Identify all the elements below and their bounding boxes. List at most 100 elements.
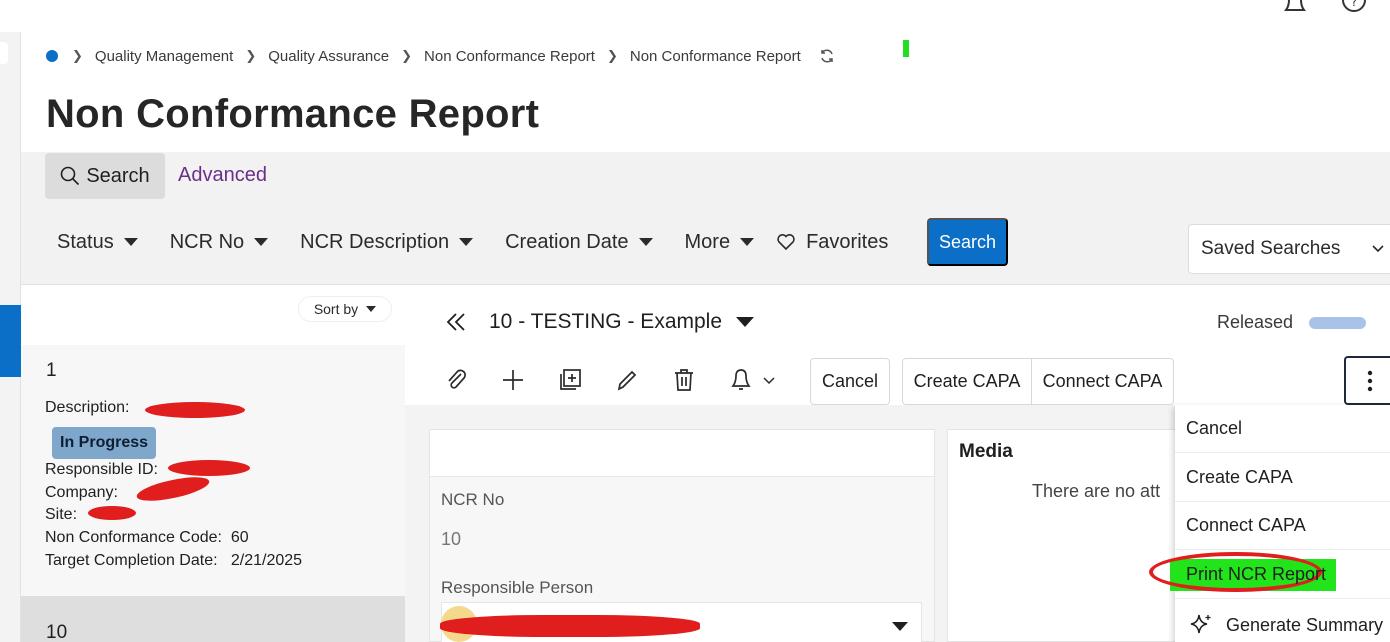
bell-icon	[731, 369, 751, 390]
chevron-down-icon	[763, 377, 775, 385]
caret-down-icon	[254, 238, 269, 246]
refresh-icon[interactable]	[819, 48, 835, 64]
chevron-right-icon: ❯	[606, 48, 618, 63]
media-empty-text: There are no att	[1032, 481, 1161, 501]
description-label: Description:	[45, 399, 130, 416]
menu-item-print-ncr-report[interactable]: Print NCR Report	[1186, 564, 1326, 585]
create-capa-button[interactable]: Create CAPA	[902, 358, 1032, 405]
trash-icon[interactable]	[672, 367, 696, 393]
notification-dropdown[interactable]	[729, 367, 779, 393]
chevron-right-icon: ❯	[245, 48, 257, 63]
menu-item-cancel[interactable]: Cancel	[1175, 405, 1390, 453]
redaction-mark	[145, 402, 245, 418]
record-state: Released	[1217, 312, 1294, 332]
filter-bar: Status NCR No NCR Description Creation D…	[57, 228, 924, 256]
general-card-header	[430, 430, 934, 477]
list-item-number: 10	[46, 622, 68, 642]
connect-capa-button[interactable]: Connect CAPA	[1031, 358, 1174, 405]
chevron-right-icon: ❯	[401, 48, 413, 63]
caret-down-icon	[740, 238, 755, 246]
record-selector[interactable]: 10 - TESTING - Example	[445, 306, 755, 338]
redaction-mark	[88, 506, 136, 520]
caret-down-icon[interactable]	[736, 317, 755, 327]
tab-advanced[interactable]: Advanced	[178, 164, 267, 187]
caret-down-icon[interactable]	[892, 622, 908, 631]
breadcrumb-item-quality-assurance[interactable]: Quality Assurance	[268, 48, 389, 65]
search-button[interactable]: Search	[927, 218, 1008, 266]
responsible-person-label: Responsible Person	[441, 578, 594, 597]
chevron-down-icon	[1372, 245, 1384, 253]
sort-by-label: Sort by	[313, 301, 359, 317]
favorites-button[interactable]: Favorites	[776, 231, 888, 254]
tab-search-label: Search	[86, 164, 150, 187]
caret-down-icon	[459, 238, 474, 246]
generate-summary-label: Generate Summary	[1226, 614, 1384, 635]
record-title: 10 - TESTING - Example	[489, 310, 723, 333]
target-date-label-text: Target Completion Date:	[45, 552, 218, 569]
redaction-mark	[440, 615, 700, 637]
filter-status-label: Status	[57, 230, 114, 253]
caret-down-icon	[366, 306, 377, 312]
ncr-no-value: 10	[441, 529, 462, 549]
ncr-code-label-text: Non Conformance Code:	[45, 529, 222, 546]
responsible-id-label: Responsible ID:	[45, 461, 158, 478]
paperclip-icon[interactable]	[444, 367, 468, 393]
target-date-value: 2/21/2025	[230, 552, 303, 569]
svg-text:?: ?	[1351, 0, 1357, 9]
duplicate-icon[interactable]	[558, 367, 582, 393]
bell-icon[interactable]	[1280, 0, 1310, 16]
filter-creation-date[interactable]: Creation Date	[505, 230, 653, 254]
list-item[interactable]	[21, 596, 405, 642]
more-actions-button[interactable]	[1344, 356, 1390, 405]
filter-ncr-description[interactable]: NCR Description	[300, 230, 474, 254]
filter-more-label: More	[684, 230, 731, 253]
caret-down-icon	[638, 238, 653, 246]
saved-searches-select[interactable]: Saved Searches	[1188, 224, 1390, 274]
kebab-icon	[1367, 370, 1373, 391]
breadcrumb: ❯ Quality Management ❯ Quality Assurance…	[46, 44, 835, 68]
filter-ncr-description-label: NCR Description	[300, 230, 450, 253]
plus-icon[interactable]	[501, 367, 525, 393]
ncr-code-label: Non Conformance Code: 60	[45, 529, 249, 547]
pencil-icon[interactable]	[615, 367, 639, 393]
sparkle-icon	[1190, 614, 1211, 634]
nav-rail-tab[interactable]	[0, 42, 8, 64]
filter-creation-date-label: Creation Date	[505, 230, 629, 253]
target-date-label: Target Completion Date: 2/21/2025	[45, 552, 302, 570]
company-label: Company:	[45, 484, 118, 501]
cancel-button[interactable]: Cancel	[810, 358, 890, 405]
filter-ncr-no-label: NCR No	[169, 230, 245, 253]
saved-searches-label: Saved Searches	[1201, 238, 1341, 259]
top-right-icons: ?	[1280, 0, 1372, 16]
breadcrumb-item-ncr-parent[interactable]: Non Conformance Report	[424, 48, 595, 65]
filter-ncr-no[interactable]: NCR No	[169, 230, 269, 254]
media-title: Media	[959, 441, 1013, 462]
help-icon[interactable]: ?	[1342, 0, 1372, 16]
redaction-mark	[168, 460, 250, 476]
sort-by-button[interactable]: Sort by	[298, 296, 392, 322]
chevron-right-icon: ❯	[72, 48, 83, 63]
list-item-number: 1	[46, 360, 57, 381]
search-icon	[61, 166, 80, 186]
ncr-code-value: 60	[230, 529, 249, 546]
nav-rail-active-indicator[interactable]	[0, 305, 21, 377]
menu-item-create-capa[interactable]: Create CAPA	[1175, 454, 1390, 502]
tab-search[interactable]: Search	[45, 153, 165, 199]
double-chevron-left-icon[interactable]	[445, 311, 467, 333]
filter-more[interactable]: More	[685, 231, 755, 254]
filter-status[interactable]: Status	[57, 231, 138, 254]
breadcrumb-item-ncr-current: Non Conformance Report	[629, 47, 801, 65]
home-dot-icon[interactable]	[46, 50, 58, 62]
breadcrumb-item-quality-management[interactable]: Quality Management	[95, 48, 233, 65]
favorites-label: Favorites	[806, 230, 889, 253]
page-title: Non Conformance Report	[46, 92, 540, 136]
caret-down-icon	[123, 238, 138, 246]
status-indicator	[903, 40, 909, 57]
ncr-no-label: NCR No	[441, 490, 505, 509]
heart-icon	[777, 234, 795, 251]
state-indicator-bar	[1309, 317, 1366, 329]
status-badge: In Progress	[52, 427, 157, 459]
record-toolbar	[444, 367, 779, 393]
menu-item-generate-summary[interactable]: Generate Summary	[1188, 612, 1383, 638]
menu-item-connect-capa[interactable]: Connect CAPA	[1175, 502, 1390, 550]
